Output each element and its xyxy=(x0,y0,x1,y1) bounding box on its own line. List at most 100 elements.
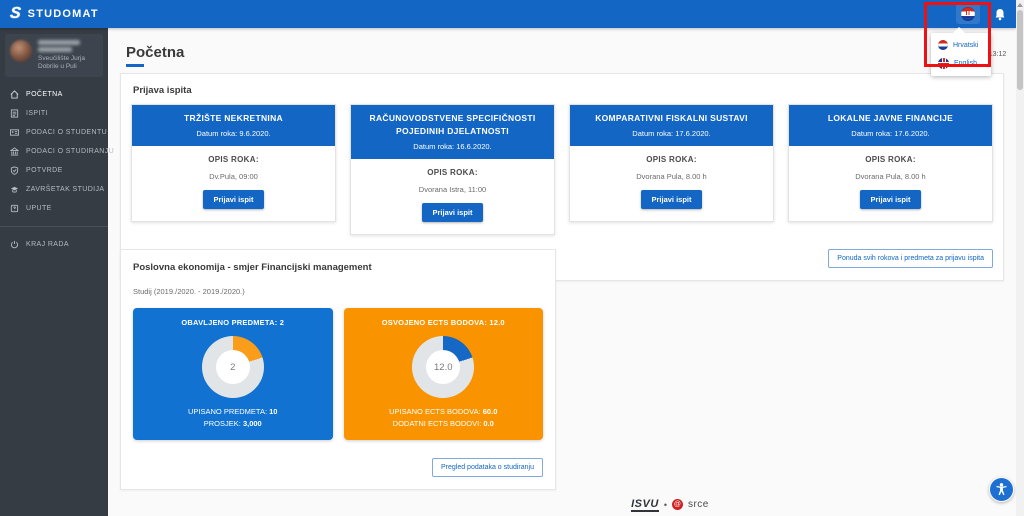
power-icon xyxy=(10,240,19,249)
uk-flag-icon xyxy=(938,58,949,69)
student-card-icon xyxy=(10,128,19,137)
language-option-label: English xyxy=(954,60,977,67)
graduation-cap-icon xyxy=(10,185,19,194)
sidebar-item-ispiti[interactable]: ISPITI xyxy=(0,104,108,123)
stat-top-label: OSVOJENO ECTS BODOVA: 12.0 xyxy=(352,318,536,327)
avatar xyxy=(10,40,32,62)
exam-date: Datum roka: 17.6.2020. xyxy=(797,129,984,138)
app-title: STUDOMAT xyxy=(28,8,99,20)
donut-center-value: 2 xyxy=(216,350,250,384)
footer: ISVU • @ srce xyxy=(216,498,1024,512)
register-exam-button[interactable]: Prijavi ispit xyxy=(422,203,482,222)
sidebar-divider xyxy=(0,226,108,227)
register-exam-button[interactable]: Prijavi ispit xyxy=(641,190,701,209)
exam-description: Dvorana Pula, 8.00 h xyxy=(576,172,767,181)
exam-card-header: TRŽIŠTE NEKRETNINA Datum roka: 9.6.2020. xyxy=(132,105,335,146)
stat-line: UPISANO PREDMETA: 10 xyxy=(141,407,325,416)
exam-title: KOMPARATIVNI FISKALNI SUSTAVI xyxy=(578,112,765,125)
ects-stat-card: OSVOJENO ECTS BODOVA: 12.0 12.0 UPISANO … xyxy=(344,308,544,440)
register-exam-button[interactable]: Prijavi ispit xyxy=(860,190,920,209)
language-selector-button[interactable] xyxy=(956,4,980,24)
exam-card-header: LOKALNE JAVNE FINANCIJE Datum roka: 17.6… xyxy=(789,105,992,146)
exam-description: Dv.Pula, 09:00 xyxy=(138,172,329,181)
exam-description: Dvorana Istra, 11:00 xyxy=(357,185,548,194)
donut-center-value: 12.0 xyxy=(426,350,460,384)
title-underline xyxy=(126,64,144,67)
exam-opis-label: OPIS ROKA: xyxy=(138,155,329,164)
language-option-label: Hrvatski xyxy=(953,42,978,49)
studomat-logo-icon: S xyxy=(9,6,21,22)
help-book-icon xyxy=(10,204,19,213)
exam-card-body: OPIS ROKA: Dv.Pula, 09:00 Prijavi ispit xyxy=(132,146,335,221)
ects-donut-chart: 12.0 xyxy=(412,336,474,398)
dropdown-caret xyxy=(953,27,965,33)
all-exam-offers-button[interactable]: Ponuda svih rokova i predmeta za prijavu… xyxy=(828,249,993,268)
exam-opis-label: OPIS ROKA: xyxy=(357,168,548,177)
exam-date: Datum roka: 9.6.2020. xyxy=(140,129,327,138)
exam-title: TRŽIŠTE NEKRETNINA xyxy=(140,112,327,125)
brand[interactable]: S STUDOMAT xyxy=(10,6,99,22)
language-option-english[interactable]: English xyxy=(931,54,991,73)
stat-line: DODATNI ECTS BODOVI: 0.0 xyxy=(352,419,536,428)
profile-info: Sveučilište Jurja Dobrile u Puli xyxy=(38,40,98,71)
topbar-actions xyxy=(956,4,1006,24)
topbar: S STUDOMAT xyxy=(0,0,1016,28)
main-content: Početna Prijava ispita TRŽIŠTE NEKRETNIN… xyxy=(108,28,1016,516)
subjects-donut-chart: 2 xyxy=(202,336,264,398)
exam-card: LOKALNE JAVNE FINANCIJE Datum roka: 17.6… xyxy=(788,104,993,222)
study-overview-panel: Poslovna ekonomija - smjer Financijski m… xyxy=(120,249,556,490)
scrollbar-thumb[interactable] xyxy=(1017,10,1023,90)
study-details-button[interactable]: Pregled podataka o studiranju xyxy=(432,458,543,477)
sidebar-item-podaci-o-studentu[interactable]: PODACI O STUDENTU xyxy=(0,123,108,142)
exam-card-body: OPIS ROKA: Dvorana Pula, 8.00 h Prijavi … xyxy=(789,146,992,221)
study-title: Poslovna ekonomija - smjer Financijski m… xyxy=(133,262,543,273)
stat-top-label: OBAVLJENO PREDMETA: 2 xyxy=(141,318,325,327)
sidebar-nav: POČETNA ISPITI PODACI O STUDENTU xyxy=(0,85,108,254)
page-title: Početna xyxy=(126,44,1016,61)
sidebar-item-podaci-o-studiranju[interactable]: PODACI O STUDIRANJU xyxy=(0,142,108,161)
exams-icon xyxy=(10,109,19,118)
isvu-logo: ISVU xyxy=(631,498,659,512)
footer-separator: • xyxy=(664,500,667,510)
language-dropdown: Hrvatski English xyxy=(931,33,991,76)
study-subtitle: Studij (2019./2020. - 2019./2020.) xyxy=(133,287,543,296)
sidebar-item-zavrsetak-studija[interactable]: ZAVRŠETAK STUDIJA xyxy=(0,180,108,199)
exam-card-body: OPIS ROKA: Dvorana Pula, 8.00 h Prijavi … xyxy=(570,146,773,221)
stat-line: PROSJEK: 3,000 xyxy=(141,419,325,428)
exam-card: RAČUNOVODSTVENE SPECIFIČNOSTI POJEDINIH … xyxy=(350,104,555,235)
exam-card-header: KOMPARATIVNI FISKALNI SUSTAVI Datum roka… xyxy=(570,105,773,146)
sidebar-item-upute[interactable]: UPUTE xyxy=(0,199,108,218)
accessibility-person-icon xyxy=(994,482,1009,497)
sidebar-item-potvrde[interactable]: POTVRDE xyxy=(0,161,108,180)
register-exam-button[interactable]: Prijavi ispit xyxy=(203,190,263,209)
exam-title: RAČUNOVODSTVENE SPECIFIČNOSTI POJEDINIH … xyxy=(359,112,546,138)
stat-cards-row: OBAVLJENO PREDMETA: 2 2 UPISANO PREDMETA… xyxy=(133,308,543,440)
redacted-user-name xyxy=(38,40,80,45)
university-icon xyxy=(10,147,19,156)
sidebar-item-kraj-rada[interactable]: KRAJ RADA xyxy=(0,235,108,254)
stat-line: UPISANO ECTS BODOVA: 60.0 xyxy=(352,407,536,416)
user-profile[interactable]: Sveučilište Jurja Dobrile u Puli xyxy=(5,34,103,77)
exam-panel-title: Prijava ispita xyxy=(133,85,993,96)
home-icon xyxy=(10,90,19,99)
sidebar: Sveučilište Jurja Dobrile u Puli POČETNA… xyxy=(0,28,108,516)
accessibility-widget-button[interactable] xyxy=(989,477,1014,502)
exam-opis-label: OPIS ROKA: xyxy=(576,155,767,164)
sidebar-item-pocetna[interactable]: POČETNA xyxy=(0,85,108,104)
university-name: Sveučilište Jurja Dobrile u Puli xyxy=(38,55,98,71)
srce-logo-text: srce xyxy=(688,499,709,510)
scroll-up-arrow-icon[interactable] xyxy=(1017,3,1023,7)
bell-icon xyxy=(994,8,1006,21)
study-panel-footer: Pregled podataka o studiranju xyxy=(133,458,543,477)
language-option-hrvatski[interactable]: Hrvatski xyxy=(931,36,991,54)
exam-title: LOKALNE JAVNE FINANCIJE xyxy=(797,112,984,125)
notifications-button[interactable] xyxy=(994,8,1006,21)
subjects-stat-card: OBAVLJENO PREDMETA: 2 2 UPISANO PREDMETA… xyxy=(133,308,333,440)
exam-card: TRŽIŠTE NEKRETNINA Datum roka: 9.6.2020.… xyxy=(131,104,336,222)
exam-card: KOMPARATIVNI FISKALNI SUSTAVI Datum roka… xyxy=(569,104,774,222)
exam-date: Datum roka: 17.6.2020. xyxy=(578,129,765,138)
croatian-flag-icon xyxy=(961,7,975,21)
vertical-scrollbar[interactable] xyxy=(1016,0,1024,516)
srce-logo-icon: @ xyxy=(672,499,683,510)
exam-date: Datum roka: 16.6.2020. xyxy=(359,142,546,151)
